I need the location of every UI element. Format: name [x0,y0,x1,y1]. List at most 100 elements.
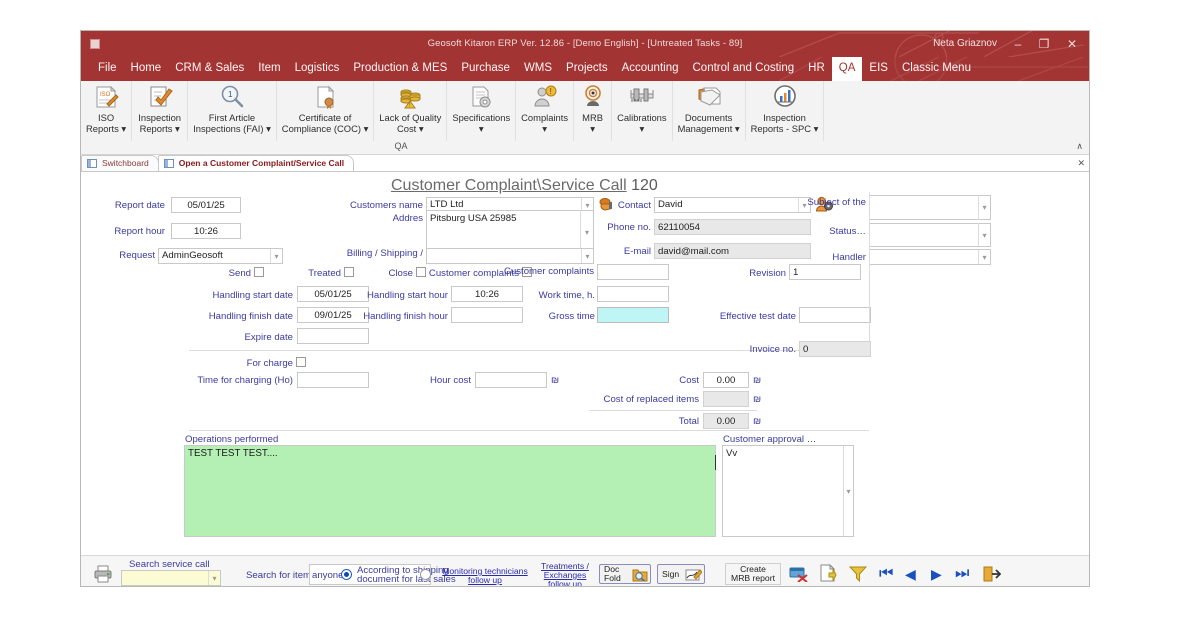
send-checkbox[interactable] [254,267,264,277]
cost-of-replaced-items-field[interactable] [703,391,749,407]
certificate-seal-icon [312,83,338,111]
filter-icon[interactable] [848,565,868,586]
printer-icon[interactable] [93,564,113,586]
tab-open-customer-complaint[interactable]: Open a Customer Complaint/Service Call [157,155,355,171]
chevron-down-icon[interactable]: ▾ [270,249,282,263]
delete-record-icon[interactable] [789,566,808,586]
ribbon-button-specifications[interactable]: Specifications ▾ [447,81,517,141]
total-field[interactable]: 0.00 [703,413,749,429]
next-record-icon[interactable]: ▶ [931,567,942,582]
maximize-button[interactable]: ❐ [1031,35,1057,53]
exit-icon[interactable] [983,565,1002,586]
ribbon-button-lack-of-quality-cost[interactable]: ! Lack of Quality Cost ▾ [374,81,448,141]
caliper-icon [629,83,655,111]
ribbon-label: Documents Management ▾ [677,112,740,134]
coins-warning-icon: ! [397,83,423,111]
subject-field[interactable] [869,195,991,220]
tab-switchboard[interactable]: Switchboard [81,155,159,171]
sign-button[interactable]: Sign [657,564,705,584]
effective-test-date-label: Effective test date [719,311,796,322]
for-charge-checkbox[interactable] [296,357,306,367]
revision-field[interactable]: 1 [789,264,861,280]
request-receiver-combo[interactable]: AdminGeosoft ▾ [158,248,283,264]
handler-combo[interactable]: ▾ [869,249,991,265]
ribbon-button-inspection-reports[interactable]: Inspection Reports ▾ [132,81,189,141]
expire-date-field[interactable] [297,328,369,344]
menu-item-file[interactable]: File [91,57,124,81]
previous-record-icon[interactable]: ◀ [905,567,916,582]
menu-item-wms[interactable]: WMS [517,57,559,81]
title-bar: Geosoft Kitaron ERP Ver. 12.86 - [Demo E… [81,31,1089,57]
inspection-report-icon [147,83,173,111]
request-receiver-value: AdminGeosoft [162,250,223,261]
minimize-button[interactable]: – [1005,35,1031,53]
effective-test-date-field[interactable] [799,307,871,323]
menu-item-production-mes[interactable]: Production & MES [346,57,454,81]
ribbon-button-first-article-inspections[interactable]: 1 First Article Inspections (FAI) ▾ [188,81,277,141]
ribbon-tab-bar: File Home CRM & Sales Item Logistics Producti… [81,57,1089,81]
menu-item-home[interactable]: Home [124,57,169,81]
gross-time-field[interactable] [597,307,669,323]
menu-item-accounting[interactable]: Accounting [615,57,686,81]
menu-item-qa[interactable]: QA [831,57,863,81]
menu-item-crm-sales[interactable]: CRM & Sales [168,57,251,81]
hour-cost-field[interactable] [475,372,547,388]
status-field[interactable] [869,223,991,247]
customer-complaints-no-field[interactable] [597,264,669,280]
first-record-icon[interactable]: ⏮ [879,566,893,582]
expire-date-label: Expire date [244,332,293,343]
collapse-ribbon-icon[interactable]: ∧ [1076,141,1083,152]
search-service-call-combo[interactable]: ▾ [121,570,221,586]
radio-anyone[interactable] [341,569,352,580]
time-for-charging-field[interactable] [297,372,369,388]
ribbon-button-mrb[interactable]: MRB ▾ [574,81,613,141]
subject-chevron-down-icon[interactable]: ▾ [978,195,990,220]
section-divider-2 [189,430,869,431]
report-date-label: Report date [114,200,165,211]
spc-chart-icon [772,83,798,111]
billing-shipping-combo[interactable]: ▾ [426,248,594,264]
menu-item-hr[interactable]: HR [801,57,832,81]
ribbon-button-calibrations[interactable]: Calibrations ▾ [612,81,673,141]
operations-performed-memo[interactable]: TEST TEST TEST.... [184,445,716,537]
ribbon-button-iso-reports[interactable]: ISO ISO Reports ▾ [81,81,133,141]
doc-fold-button[interactable]: Doc Fold [599,564,651,584]
menu-item-logistics[interactable]: Logistics [288,57,347,81]
close-button[interactable]: ✕ [1059,35,1085,53]
user-name-label: Neta Griaznov [933,38,997,49]
status-chevron-down-icon[interactable]: ▾ [978,223,990,247]
ribbon-button-complaints[interactable]: ! Complaints ▾ [516,81,575,141]
ribbon-button-certificate-of-compliance[interactable]: Certificate of Compliance (COC) ▾ [277,81,375,141]
menu-item-purchase[interactable]: Purchase [454,57,517,81]
close-tab-icon[interactable]: ✕ [1077,158,1085,169]
customer-approval-label: Customer approval … [723,434,817,445]
operations-performed-label: Operations performed [185,434,279,445]
chevron-down-icon[interactable]: ▾ [978,250,990,264]
gross-time-label: Gross time [548,311,595,322]
last-record-icon[interactable]: ⏭ [955,566,969,582]
customer-approval-memo[interactable]: Vv ▾ [722,445,854,537]
invoice-no-label: Invoice no. [749,344,796,355]
work-time-label: Work time, h. [538,290,595,301]
radio-shipping[interactable] [420,569,431,580]
report-date-field[interactable]: 05/01/25 [171,197,241,213]
report-hour-field[interactable]: 10:26 [171,223,241,239]
menu-item-item[interactable]: Item [251,57,287,81]
menu-item-projects[interactable]: Projects [559,57,615,81]
create-mrb-report-button[interactable]: Create MRB report [725,563,781,585]
invoice-no-field[interactable]: 0 [799,341,871,357]
chevron-down-icon[interactable]: ▾ [208,571,220,585]
menu-item-control-costing[interactable]: Control and Costing [686,57,802,81]
documents-folder-icon [696,83,722,111]
menu-item-classic-menu[interactable]: Classic Menu [895,57,978,81]
cost-field[interactable]: 0.00 [703,372,749,388]
monitoring-technicians-link[interactable]: Monitoring technicians follow up [441,567,529,585]
new-record-icon[interactable] [819,563,837,586]
menu-item-eis[interactable]: EIS [862,57,895,81]
cost-currency: ₪ [753,375,762,386]
ribbon-button-inspection-reports-spc[interactable]: Inspection Reports - SPC ▾ [746,81,825,141]
treatments-exchanges-link[interactable]: Treatments / Exchanges follow up [533,562,597,587]
customer-approval-chevron-down-icon[interactable]: ▾ [843,446,853,536]
ribbon-button-documents-management[interactable]: Documents Management ▾ [673,81,746,141]
work-time-field[interactable] [597,286,669,302]
